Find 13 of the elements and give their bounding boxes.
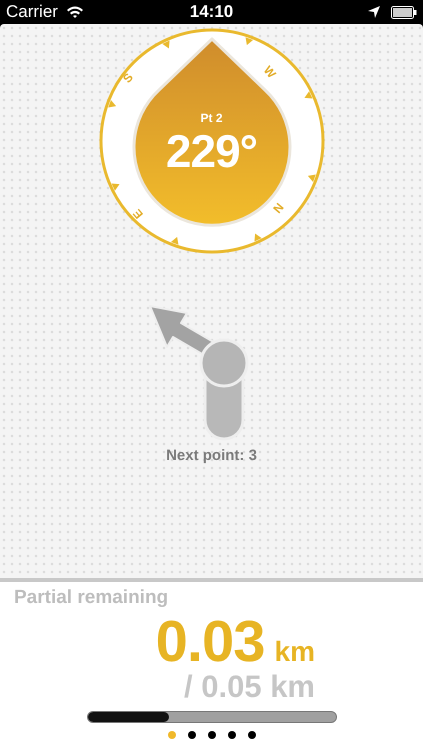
- distance-value: 0.03: [156, 612, 265, 670]
- point-label: Pt 2: [200, 110, 222, 127]
- compass-letter: S: [118, 69, 136, 87]
- partial-remaining-label: Partial remaining: [14, 586, 170, 610]
- carrier-label: Carrier: [6, 1, 58, 24]
- clock-time: 14:10: [190, 1, 234, 24]
- distance-unit: km: [274, 638, 315, 666]
- bearing-value: 229°: [166, 127, 258, 175]
- compass-letter: E: [128, 205, 146, 223]
- compass-letter: W: [259, 62, 280, 82]
- total-distance: / 0.05 km: [184, 670, 315, 702]
- compass-letter: N: [268, 199, 287, 218]
- next-point-label: Next point: 3: [166, 446, 257, 466]
